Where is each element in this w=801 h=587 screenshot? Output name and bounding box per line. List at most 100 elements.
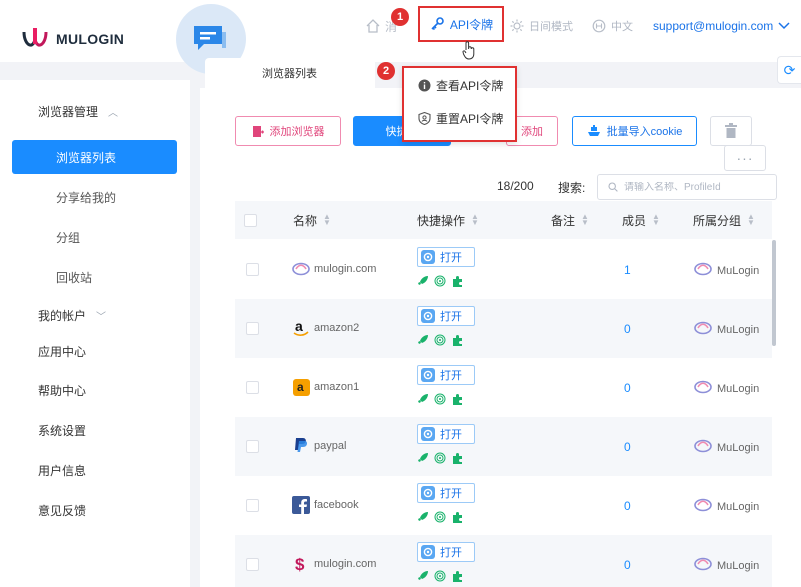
open-browser-button[interactable]: 打开: [417, 542, 475, 562]
sidebar-item-browser-list[interactable]: 浏览器列表: [12, 140, 177, 174]
search-input[interactable]: [624, 181, 764, 193]
extension-icon[interactable]: [451, 570, 464, 583]
extension-icon[interactable]: [451, 334, 464, 347]
refresh-button[interactable]: ⟳: [777, 56, 801, 84]
sidebar-item-app-center[interactable]: 应用中心: [0, 334, 190, 368]
quick-action-icons: [417, 452, 464, 465]
add-browser-button[interactable]: 添加浏览器: [235, 116, 341, 146]
table-row[interactable]: paypal 打开 0 MuLogin: [235, 417, 772, 476]
trash-icon: [725, 123, 737, 138]
hand-cursor-icon: [462, 41, 475, 60]
more-dots-icon: ···: [736, 150, 754, 166]
open-browser-button[interactable]: 打开: [417, 306, 475, 326]
sidebar-item-groups[interactable]: 分组: [0, 220, 190, 254]
profile-name[interactable]: paypal: [292, 437, 346, 455]
sidebar-item-browser-management[interactable]: 浏览器管理 ︿: [0, 94, 190, 128]
extension-icon[interactable]: [451, 452, 464, 465]
chevron-down-icon: ﹀: [96, 311, 107, 323]
extension-icon[interactable]: [451, 511, 464, 524]
row-checkbox[interactable]: [246, 499, 259, 512]
table-row[interactable]: $ mulogin.com 打开 0 MuLogin: [235, 535, 772, 587]
globe-icon: [592, 19, 606, 33]
info-icon: [418, 79, 431, 92]
rocket-icon[interactable]: [417, 570, 429, 582]
sidebar-item-recycle-bin[interactable]: 回收站: [0, 260, 190, 294]
table-row[interactable]: a amazon2 打开 0 MuLogin: [235, 299, 772, 358]
column-note[interactable]: 备注 ▲ ▼: [551, 201, 589, 239]
open-browser-button[interactable]: 打开: [417, 483, 475, 503]
fingerprint-icon[interactable]: [434, 570, 446, 582]
column-members[interactable]: 成员 ▲ ▼: [622, 201, 660, 239]
amazon-icon: a: [292, 319, 310, 337]
row-checkbox[interactable]: [246, 322, 259, 335]
fingerprint-icon[interactable]: [434, 334, 446, 346]
select-all-checkbox[interactable]: [244, 201, 257, 239]
column-group[interactable]: 所属分组 ▲ ▼: [693, 201, 755, 239]
table-scrollbar[interactable]: [772, 240, 776, 346]
row-checkbox[interactable]: [246, 263, 259, 276]
sidebar-item-my-account[interactable]: 我的帐户 ﹀: [0, 298, 190, 332]
api-token-label: API令牌: [449, 17, 494, 32]
rocket-icon[interactable]: [417, 511, 429, 523]
rocket-icon[interactable]: [417, 334, 429, 346]
sidebar-item-feedback[interactable]: 意见反馈: [0, 493, 190, 527]
sidebar-item-system-settings[interactable]: 系统设置: [0, 413, 190, 447]
more-button[interactable]: ···: [724, 145, 766, 171]
svg-text:$: $: [295, 555, 305, 573]
member-count: 0: [624, 322, 631, 336]
delete-button[interactable]: [710, 116, 752, 146]
fingerprint-icon[interactable]: [434, 511, 446, 523]
open-browser-button[interactable]: 打开: [417, 365, 475, 385]
sort-icon: ▲ ▼: [747, 212, 755, 227]
profile-name[interactable]: a amazon1: [292, 378, 359, 396]
member-count: 0: [624, 558, 631, 572]
logo[interactable]: MULOGIN: [20, 26, 124, 52]
sidebar-item-user-info[interactable]: 用户信息: [0, 453, 190, 487]
table-row[interactable]: mulogin.com 打开 1 MuLogin: [235, 240, 772, 299]
column-name[interactable]: 名称 ▲ ▼: [293, 201, 331, 239]
profile-name[interactable]: facebook: [292, 496, 359, 514]
reset-api-token-item[interactable]: 重置API令牌: [418, 110, 503, 127]
mulogin-icon: [694, 321, 712, 338]
extension-icon[interactable]: [451, 275, 464, 288]
language-selector[interactable]: 中文: [592, 14, 633, 38]
profile-name[interactable]: mulogin.com: [292, 260, 376, 278]
account-menu[interactable]: support@mulogin.com: [653, 14, 790, 38]
fingerprint-icon[interactable]: [434, 452, 446, 464]
open-browser-button[interactable]: 打开: [417, 247, 475, 267]
import-cookie-button[interactable]: 批量导入cookie: [572, 116, 697, 146]
svg-text:a: a: [295, 319, 303, 334]
column-actions[interactable]: 快捷操作 ▲ ▼: [417, 201, 479, 239]
fingerprint-icon[interactable]: [434, 275, 446, 287]
group-name: MuLogin: [694, 498, 759, 515]
quick-action-icons: [417, 334, 464, 347]
profile-name[interactable]: a amazon2: [292, 319, 359, 337]
rocket-icon[interactable]: [417, 452, 429, 464]
fingerprint-icon[interactable]: [434, 393, 446, 405]
table-row[interactable]: a amazon1 打开 0 MuLogin: [235, 358, 772, 417]
sidebar-item-help-center[interactable]: 帮助中心: [0, 373, 190, 407]
search-box: [597, 174, 777, 200]
quick-action-icons: [417, 511, 464, 524]
row-checkbox[interactable]: [246, 440, 259, 453]
chevron-up-icon: ︿: [108, 107, 119, 119]
open-browser-button[interactable]: 打开: [417, 424, 475, 444]
sidebar-item-shared-with-me[interactable]: 分享给我的: [0, 180, 190, 214]
view-api-token-item[interactable]: 查看API令牌: [418, 77, 503, 94]
rocket-icon[interactable]: [417, 393, 429, 405]
rocket-icon[interactable]: [417, 275, 429, 287]
step-badge-2: 2: [377, 62, 395, 80]
profile-name[interactable]: $ mulogin.com: [292, 555, 376, 573]
row-checkbox[interactable]: [246, 558, 259, 571]
extension-icon[interactable]: [451, 393, 464, 406]
theme-toggle[interactable]: 日间模式: [510, 14, 573, 38]
tab-browser-list[interactable]: 浏览器列表: [205, 58, 375, 88]
group-name: MuLogin: [694, 380, 759, 397]
member-count: 0: [624, 381, 631, 395]
row-checkbox[interactable]: [246, 381, 259, 394]
table-row[interactable]: facebook 打开 0 MuLogin: [235, 476, 772, 535]
mulogin-logo-icon: [22, 28, 48, 47]
refresh-icon: ⟳: [783, 61, 796, 78]
group-name: MuLogin: [694, 262, 759, 279]
api-token-button[interactable]: API令牌: [418, 6, 504, 42]
